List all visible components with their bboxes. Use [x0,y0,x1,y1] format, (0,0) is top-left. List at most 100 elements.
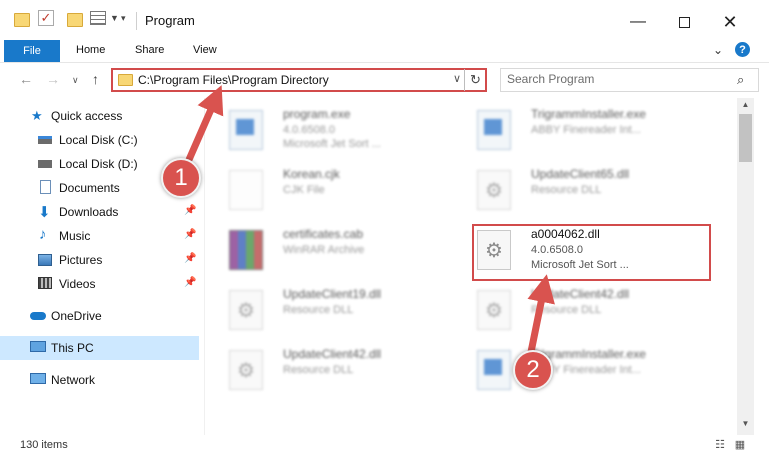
large-icons-view-icon[interactable]: ▦ [732,438,748,452]
pin-icon[interactable]: 📌 [184,277,196,288]
title-bar: ✓ ▼ ▾ Program — ✕ [0,0,769,40]
pin-icon[interactable]: 📌 [184,205,196,216]
sidebar-item-onedrive[interactable]: OneDrive [0,304,199,328]
sidebar-item-label: Local Disk (C:) [59,133,138,147]
cloud-icon [30,312,46,320]
file-name: UpdateClient42.dll [531,287,630,301]
step-badge-2: 2 [513,350,553,390]
scroll-down-icon[interactable]: ▼ [737,419,754,433]
documents-icon [40,180,51,194]
dll-gear-icon: ⚙ [477,290,511,330]
sidebar-item-quick-access[interactable]: ★ Quick access [0,104,199,128]
folder-icon [118,74,133,86]
exe-icon [477,350,511,390]
sidebar-item-local-disk-c[interactable]: Local Disk (C:) [0,128,199,152]
sidebar-item-label: Quick access [51,109,123,123]
tab-share[interactable]: Share [135,44,164,56]
file-item[interactable]: TrigrammInstaller.exe ABBY Finereader In… [465,344,705,398]
pin-icon[interactable]: 📌 [184,229,196,240]
drive-icon [38,160,52,168]
help-icon[interactable]: ? [735,42,750,57]
vertical-scrollbar[interactable]: ▲ ▼ [737,98,754,435]
dropdown-icon[interactable]: ▾ [121,13,137,27]
file-type: Resource DLL [283,304,354,316]
close-button[interactable]: ✕ [707,8,753,36]
scroll-up-icon[interactable]: ▲ [737,100,754,114]
file-type: Resource DLL [531,304,602,316]
new-folder-icon[interactable] [67,13,83,27]
file-item[interactable]: ⚙ UpdateClient65.dll Resource DLL [465,164,705,218]
document-icon [229,170,263,210]
item-count: 130 items [20,439,68,451]
sidebar-item-network[interactable]: Network [0,368,199,392]
sidebar-item-label: Pictures [59,253,103,267]
sidebar-item-videos[interactable]: Videos 📌 [0,272,199,296]
maximize-icon [678,16,690,28]
exe-icon [477,110,511,150]
address-path[interactable]: C:\Program Files\Program Directory [138,73,329,87]
tab-view[interactable]: View [193,44,217,56]
back-arrow-icon[interactable]: ← [19,71,33,87]
search-box[interactable]: ⌕ [500,68,759,92]
properties-icon[interactable]: ✓ [38,10,54,26]
refresh-icon[interactable]: ↻ [464,69,486,91]
download-icon: ⬇ [38,204,51,221]
file-name: UpdateClient65.dll [531,167,630,181]
file-item[interactable]: program.exe 4.0.6508.0 Microsoft Jet Sor… [217,104,457,158]
file-name: program.exe [283,107,351,121]
file-item[interactable]: ⚙ UpdateClient19.dll Resource DLL [217,284,457,338]
file-type: WinRAR Archive [283,244,365,256]
pictures-icon [38,254,52,266]
sidebar-item-label: Music [59,229,91,243]
pin-icon[interactable]: 📌 [184,253,196,264]
sidebar-item-music[interactable]: ♪ Music 📌 [0,224,199,248]
exe-icon [229,110,263,150]
search-icon[interactable]: ⌕ [737,72,744,88]
up-arrow-icon[interactable]: ↑ [92,71,99,87]
computer-icon [30,341,46,352]
star-icon: ★ [31,108,43,123]
sidebar-item-label: Downloads [59,205,119,219]
highlight-box [472,224,711,281]
tab-file[interactable]: File [4,40,60,62]
recent-locations-icon[interactable]: ∨ [72,75,79,86]
sidebar-item-label: Documents [59,181,120,195]
sidebar-item-label: Videos [59,277,96,291]
sidebar-item-pictures[interactable]: Pictures 📌 [0,248,199,272]
details-view-icon[interactable]: ☷ [712,438,728,452]
forward-arrow-icon[interactable]: → [46,71,60,87]
archive-icon [229,230,263,270]
network-icon [30,373,46,384]
search-input[interactable] [507,72,722,86]
file-item[interactable]: certificates.cab WinRAR Archive [217,224,457,278]
file-name: TrigrammInstaller.exe [531,107,646,121]
maximize-button[interactable] [661,8,707,36]
music-icon: ♪ [39,226,47,243]
file-item[interactable]: ⚙ UpdateClient42.dll Resource DLL [217,344,457,398]
file-item[interactable]: ⚙ UpdateClient42.dll Resource DLL [465,284,705,338]
expand-ribbon-icon[interactable]: ⌄ [713,43,723,57]
file-item[interactable]: Korean.cjk CJK File [217,164,457,218]
sidebar-item-downloads[interactable]: ⬇ Downloads 📌 [0,200,199,224]
step-badge-1: 1 [161,158,201,198]
file-name: certificates.cab [283,227,364,241]
folder-icon [14,13,30,27]
file-type: Resource DLL [283,364,354,376]
scroll-thumb[interactable] [739,114,752,162]
file-description: ABBY Finereader Int... [531,124,641,136]
file-version: 4.0.6508.0 [283,124,335,136]
navigation-pane: ★ Quick access Local Disk (C:) Local Dis… [0,98,200,435]
chevron-down-icon[interactable]: ∨ [453,72,461,85]
drive-icon [38,136,52,144]
title-separator [136,12,137,30]
minimize-button[interactable]: — [615,8,661,36]
file-name: UpdateClient42.dll [283,347,382,361]
file-name: Korean.cjk [283,167,340,181]
sidebar-item-this-pc[interactable]: This PC [0,336,199,360]
tab-home[interactable]: Home [76,44,105,56]
file-item[interactable]: TrigrammInstaller.exe ABBY Finereader In… [465,104,705,158]
sidebar-item-label: Local Disk (D:) [59,157,138,171]
customize-toolbar-icon[interactable] [90,11,106,25]
address-bar[interactable]: C:\Program Files\Program Directory ∨ ↻ [111,68,487,92]
window-title: Program [145,13,195,28]
